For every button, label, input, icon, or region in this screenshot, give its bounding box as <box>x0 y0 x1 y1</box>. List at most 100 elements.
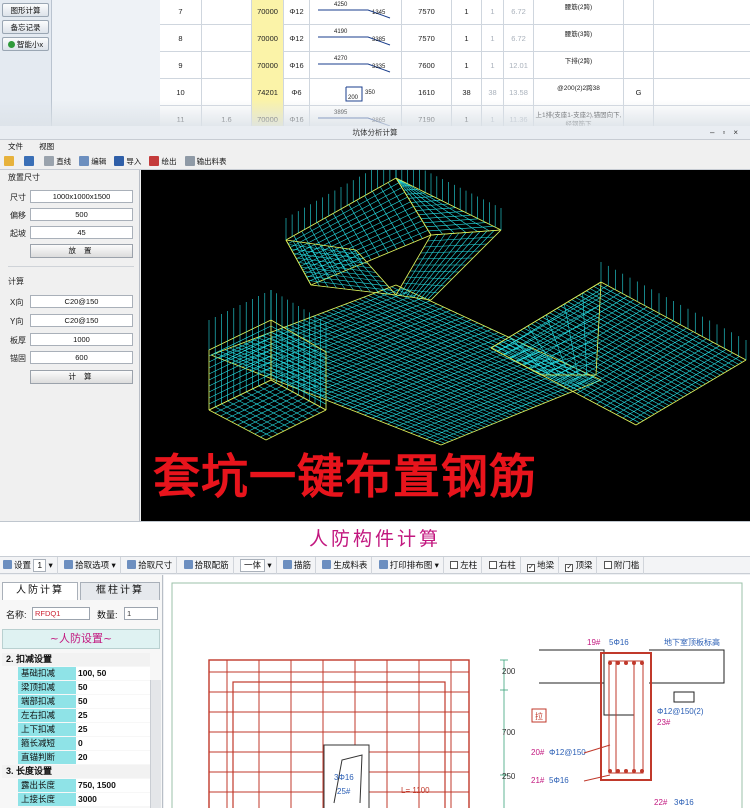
civil-defense-window: 人防构件计算 设置 1 ▾ 拾取选项 ▾ 拾取尺寸 拾取配筋 一体 ▾ 描筋 生… <box>0 521 750 808</box>
window-controls-icon[interactable]: –▫× <box>710 126 746 140</box>
property-row[interactable]: 左右扣减 25 <box>2 709 150 722</box>
pick-options-icon <box>64 560 74 569</box>
open-folder-button[interactable] <box>4 153 16 170</box>
count-select[interactable]: 1 <box>33 559 47 572</box>
property-row[interactable]: 上下扣减 25 <box>2 723 150 736</box>
window-title: 坑体分析计算 <box>352 128 398 137</box>
pick-rebar-label: 拾取配筋 <box>194 560 229 570</box>
mark-20-value: Φ12@150 <box>549 748 586 757</box>
print-layout-button[interactable]: 打印排布图 ▾ <box>378 557 444 574</box>
top-beam-checkbox[interactable]: ✓ 顶梁 <box>565 557 598 574</box>
pick-options-button[interactable]: 拾取选项 ▾ <box>64 557 121 574</box>
length-label: L= 1100 <box>401 786 430 795</box>
table-row[interactable]: 9 70000 Φ16 4270 3335 7600 1 1 12.01 下排(2跨) <box>160 52 750 79</box>
property-value[interactable]: 50 <box>76 681 150 694</box>
property-row[interactable]: 直锚判断 20 <box>2 751 150 764</box>
draw-rebar-icon <box>282 560 292 569</box>
size-input[interactable]: 1000x1000x1500 <box>30 190 133 203</box>
property-value[interactable]: 3000 <box>76 793 150 806</box>
quantity-select[interactable]: 1 <box>124 607 158 620</box>
rebar-shape-sketch: 4270 3335 <box>318 56 391 73</box>
property-row[interactable]: 端部扣减 50 <box>2 695 150 708</box>
checkbox-label: 左柱 <box>460 560 478 570</box>
drawing-canvas[interactable]: 3Φ16 25# L= 1100 200 700 250 拉 地下室顶板标高 19# 5Φ16 Φ1… <box>164 575 750 808</box>
name-select[interactable]: RFDQ1 <box>32 607 90 620</box>
cell-no: 8 <box>160 25 202 52</box>
cell-c: 1 <box>482 52 504 79</box>
property-value[interactable]: 0 <box>76 737 150 750</box>
tab-civil-defense[interactable]: 人防计算 <box>2 582 78 600</box>
anchorage-input[interactable]: 600 <box>30 351 133 364</box>
cell-c: 1 <box>482 25 504 52</box>
property-value[interactable]: 25 <box>76 723 150 736</box>
slope-input[interactable]: 45 <box>30 226 133 239</box>
pick-size-button[interactable]: 拾取尺寸 <box>127 557 178 574</box>
rebar-line <box>420 250 481 254</box>
pick-rebar-button[interactable]: 拾取配筋 <box>183 557 234 574</box>
rebar-line <box>313 243 346 290</box>
property-group-title[interactable]: 3. 长度设置 <box>2 765 150 778</box>
property-value[interactable]: 25 <box>76 709 150 722</box>
print-label: 打印排布图 <box>389 560 433 570</box>
y-dir-input[interactable]: C20@150 <box>30 314 133 327</box>
settings-icon <box>3 560 12 569</box>
offset-input[interactable]: 500 <box>30 208 133 221</box>
3d-rebar-viewport[interactable]: 套坑一键布置钢筋 <box>141 170 750 521</box>
calculate-button[interactable]: 计 算 <box>30 370 133 384</box>
property-key: 直锚判断 <box>18 751 76 764</box>
draw-rebar-button[interactable]: 描筋 <box>282 557 316 574</box>
stirrup-label: Φ12@150(2) <box>657 707 704 716</box>
property-row[interactable]: 箍长减短 0 <box>2 737 150 750</box>
save-button[interactable] <box>24 153 36 170</box>
line-tool-button[interactable]: 直线 <box>44 153 71 170</box>
import-button[interactable]: 导入 <box>114 153 141 170</box>
draw-out-button[interactable]: 绘出 <box>149 153 176 170</box>
slab-thickness-input[interactable]: 1000 <box>30 333 133 346</box>
property-value[interactable]: 50 <box>76 695 150 708</box>
property-row[interactable]: 上接长度 3000 <box>2 793 150 806</box>
tab-frame-column[interactable]: 框柱计算 <box>80 582 160 600</box>
property-value[interactable]: 100, 50 <box>76 667 150 680</box>
property-group-title[interactable]: 2. 扣减设置 <box>2 653 150 666</box>
ground-beam-checkbox[interactable]: ✓ 地梁 <box>527 557 560 574</box>
menu-file[interactable]: 文件 <box>8 142 23 151</box>
property-key: 上接长度 <box>18 793 76 806</box>
property-row[interactable]: 露出长度 750, 1500 <box>2 779 150 792</box>
graphic-calc-button[interactable]: 图形计算 <box>2 3 49 17</box>
smart-assistant-button[interactable]: 智能小x <box>2 37 49 51</box>
table-row[interactable]: 7 70000 Φ12 4250 1345 7570 1 1 6.72 腰筋(2跨) <box>160 0 750 25</box>
property-value[interactable]: 750, 1500 <box>76 779 150 792</box>
mode-value: 一体 <box>239 559 265 572</box>
memo-button[interactable]: 备忘记录 <box>2 20 49 34</box>
property-row[interactable]: 梁顶扣减 50 <box>2 681 150 694</box>
scrollbar[interactable] <box>150 680 161 808</box>
property-value[interactable]: 20 <box>76 751 150 764</box>
property-row[interactable]: 基础扣减 100, 50 <box>2 667 150 680</box>
gen-table-button[interactable]: 生成料表 <box>322 557 373 574</box>
threshold-checkbox[interactable]: 附门槛 <box>603 557 645 574</box>
shape-dim-side: 1345 <box>372 10 386 16</box>
rebar-line <box>231 391 294 423</box>
table-row[interactable]: 8 70000 Φ12 4190 3385 7570 1 1 6.72 腰筋(3跨) <box>160 25 750 52</box>
place-button[interactable]: 放 置 <box>30 244 133 258</box>
rebar-dot <box>640 661 644 665</box>
mode-select[interactable]: 一体 ▾ <box>239 557 277 574</box>
rebar-line <box>290 187 402 248</box>
property-key: 梁顶扣减 <box>18 681 76 694</box>
pick-rebar-icon <box>183 560 193 569</box>
checkbox-icon: ✓ <box>527 564 536 572</box>
export-table-button[interactable]: 输出料表 <box>184 153 227 170</box>
settings-button[interactable]: 设置 1 ▾ <box>3 557 58 574</box>
rebar-dot <box>616 769 620 773</box>
slope-label: 起坡 <box>10 229 26 238</box>
left-column-checkbox[interactable]: 左柱 <box>450 557 483 574</box>
menu-view[interactable]: 视图 <box>39 142 54 151</box>
la-label: 拉 <box>535 711 543 721</box>
pick-options-label: 拾取选项 <box>75 560 110 570</box>
edit-button[interactable]: 编辑 <box>79 153 106 170</box>
window-titlebar: 坑体分析计算 –▫× <box>0 126 750 140</box>
rebar-line <box>264 306 444 377</box>
x-dir-input[interactable]: C20@150 <box>30 295 133 308</box>
mark-22: 22# <box>654 798 668 807</box>
right-column-checkbox[interactable]: 右柱 <box>488 557 521 574</box>
